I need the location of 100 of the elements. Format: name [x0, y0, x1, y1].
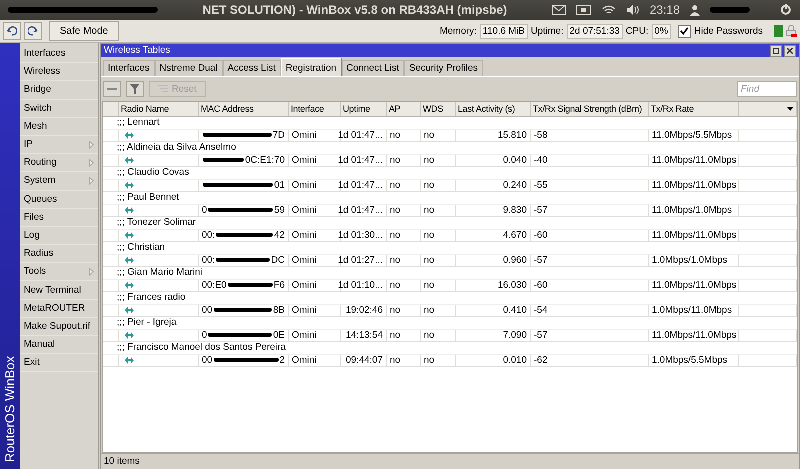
column-header[interactable]: WDS — [421, 102, 456, 116]
table-cell: 11.0Mbps/11.0Mbps — [652, 330, 737, 341]
comment-text: ;;; Pier - Igreja — [103, 317, 797, 330]
find-field[interactable]: Find — [737, 81, 797, 97]
table-cell: no — [390, 154, 401, 166]
safe-mode-button[interactable]: Safe Mode — [49, 21, 120, 41]
table-cell: 11.0Mbps/11.0Mbps — [652, 230, 737, 241]
table-cell: -57 — [534, 204, 548, 216]
table-cell: 0.240 — [503, 180, 527, 191]
table-cell: 1d 01:30... — [338, 230, 383, 241]
tab[interactable]: Registration — [280, 58, 342, 76]
table-cell: Omini — [292, 254, 317, 266]
table-cell: no — [390, 304, 401, 316]
filter-icon — [130, 84, 140, 94]
column-header[interactable]: Last Activity (s) — [456, 102, 531, 116]
table-cell: 0.040 — [503, 154, 527, 166]
table-cell: 7.090 — [503, 330, 527, 341]
sidebar-item[interactable]: Make Supout.rif — [20, 318, 98, 336]
wireless-client-icon — [125, 306, 134, 314]
battery-icon[interactable] — [576, 5, 592, 15]
redaction-mark — [228, 283, 273, 288]
sidebar-item[interactable]: Files — [20, 208, 98, 227]
comment-text: ;;; Frances radio — [103, 292, 797, 304]
sidebar-item[interactable]: Tools — [20, 263, 98, 282]
redaction-mark — [214, 358, 279, 362]
sidebar-item[interactable]: Log — [20, 226, 98, 246]
cpu-value: 0% — [652, 24, 672, 38]
filter-button[interactable] — [126, 81, 144, 97]
wireless-client-icon — [125, 156, 134, 164]
table-cell: 1.0Mbps/11.0Mbps — [652, 304, 732, 316]
undo-button[interactable] — [3, 22, 21, 40]
table-cell: 0.010 — [503, 354, 527, 366]
tab[interactable]: Connect List — [342, 60, 404, 76]
column-header[interactable]: Tx/Rx Signal Strength (dBm) — [531, 102, 649, 116]
sidebar-item[interactable]: IP — [20, 136, 98, 154]
mac-address-fragment: DC — [271, 254, 285, 266]
redaction-mark — [203, 133, 272, 138]
tab[interactable]: Nstreme Dual — [154, 60, 223, 76]
table-cell: Omini — [292, 354, 317, 366]
table-cell: -40 — [534, 154, 548, 166]
table-cell: no — [424, 154, 435, 166]
sidebar-item[interactable]: Interfaces — [20, 45, 98, 64]
table-cell: Omini — [292, 154, 317, 166]
reset-icon — [158, 85, 168, 93]
speaker-icon[interactable] — [626, 5, 640, 15]
table-cell: 11.0Mbps/11.0Mbps — [652, 280, 737, 291]
mac-address-fragment: 2 — [280, 354, 285, 366]
column-header[interactable]: Tx/Rx Rate — [649, 102, 739, 116]
sidebar-item[interactable]: Routing — [20, 154, 98, 172]
comment-text: ;;; Gian Mario Marini — [103, 267, 797, 280]
sidebar-item[interactable]: New Terminal — [20, 281, 98, 300]
wireless-client-icon — [125, 332, 134, 339]
tab[interactable]: Interfaces — [103, 60, 155, 76]
sidebar-item[interactable]: Bridge — [20, 81, 98, 100]
sidebar-item[interactable]: Queues — [20, 190, 98, 209]
power-icon[interactable] — [780, 4, 792, 16]
user-icon[interactable] — [690, 4, 700, 16]
table-cell: no — [424, 204, 435, 216]
column-header[interactable]: Radio Name — [119, 102, 199, 116]
sidebar-item[interactable]: Manual — [20, 336, 98, 354]
redo-button[interactable] — [24, 22, 42, 40]
tab[interactable]: Access List — [222, 60, 281, 76]
column-header[interactable]: AP — [387, 102, 421, 116]
sidebar-item[interactable]: Wireless — [20, 63, 98, 82]
wireless-client-icon — [125, 182, 134, 189]
table-cell: Omini — [292, 130, 317, 141]
column-header[interactable]: Uptime — [341, 102, 387, 116]
redo-icon — [28, 26, 38, 36]
wireless-client-icon — [125, 256, 134, 264]
wifi-icon[interactable] — [602, 5, 616, 15]
brand-label: RouterOS WinBox — [2, 355, 18, 462]
clock[interactable]: 23:18 — [650, 3, 680, 17]
mac-address-fragment: 00:E0 — [202, 280, 227, 291]
table-cell: 09:44:07 — [346, 354, 383, 366]
sidebar-item[interactable]: MetaROUTER — [20, 300, 98, 318]
sidebar-item[interactable]: System — [20, 172, 98, 190]
dropdown-icon[interactable] — [787, 107, 794, 111]
restore-button[interactable] — [770, 44, 782, 56]
table-cell: 15.810 — [498, 130, 527, 141]
comment-text: ;;; Paul Bennet — [103, 192, 797, 204]
sidebar-item[interactable]: Radius — [20, 245, 98, 264]
table-cell: 9.830 — [503, 204, 527, 216]
mac-address-fragment: 0C:E1:70 — [245, 154, 285, 166]
close-button[interactable] — [784, 44, 796, 56]
status-indicator-icon — [774, 25, 783, 37]
sidebar-item[interactable]: Mesh — [20, 118, 98, 136]
column-header[interactable]: MAC Address — [199, 102, 289, 116]
remove-button[interactable] — [103, 81, 121, 97]
tab[interactable]: Security Profiles — [404, 60, 483, 76]
redaction-mark — [208, 208, 274, 212]
table-cell: -55 — [534, 180, 548, 191]
hide-passwords-checkbox[interactable] — [678, 24, 692, 38]
mail-icon[interactable] — [552, 5, 566, 15]
table-cell: no — [424, 230, 435, 241]
sidebar-item[interactable]: Exit — [20, 354, 98, 372]
redaction-mark — [214, 308, 272, 312]
mac-address-fragment: 00 — [202, 304, 213, 316]
column-header[interactable]: Interface — [289, 102, 341, 116]
sidebar-item[interactable]: Switch — [20, 100, 98, 118]
table-cell: no — [424, 330, 435, 341]
